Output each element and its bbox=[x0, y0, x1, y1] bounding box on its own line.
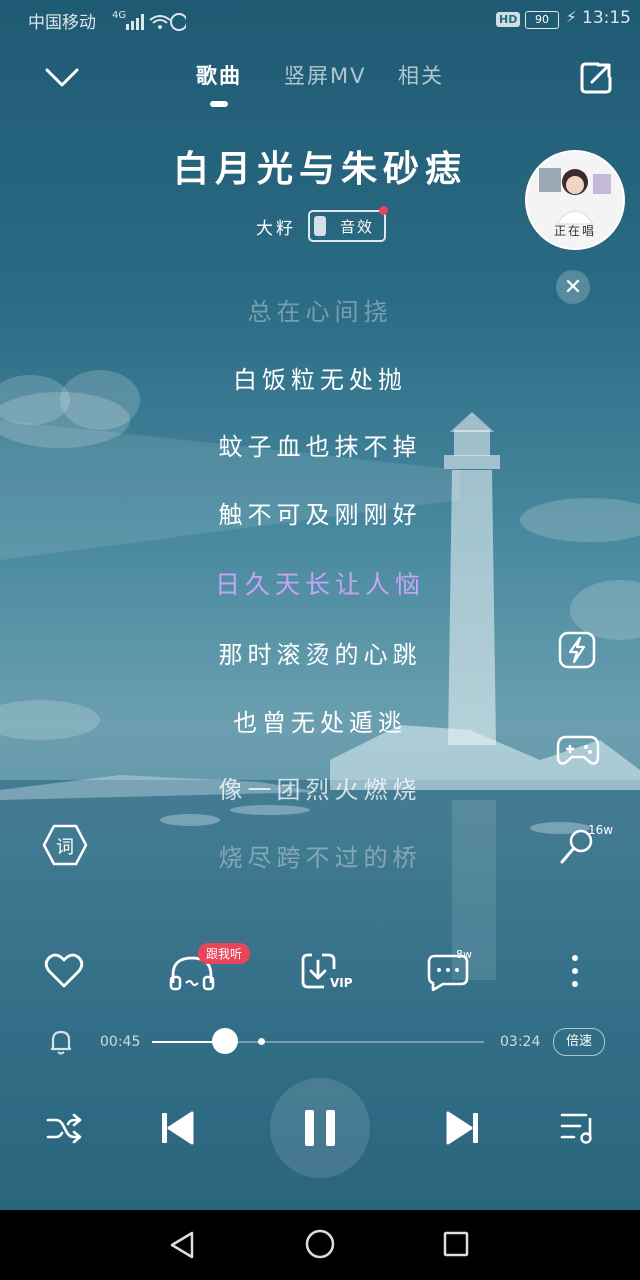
pause-icon bbox=[305, 1110, 335, 1146]
tab-song[interactable]: 歌曲 bbox=[196, 60, 242, 90]
speed-button[interactable]: 倍速 bbox=[553, 1028, 605, 1056]
lyric-line: 那时滚烫的心跳 bbox=[218, 641, 422, 669]
battery-icon: 90 bbox=[525, 11, 559, 29]
lyric-line: 总在心间挠 bbox=[247, 298, 393, 326]
effect-toggle-knob bbox=[314, 216, 326, 236]
tab-related[interactable]: 相关 bbox=[398, 60, 444, 90]
singing-label: 正在唱 bbox=[553, 224, 596, 238]
recents-nav-icon[interactable] bbox=[442, 1230, 470, 1258]
lyrics-button-label: 词 bbox=[56, 837, 74, 858]
play-pause-button[interactable] bbox=[270, 1078, 370, 1178]
active-tab-indicator bbox=[210, 101, 228, 107]
progress-track[interactable] bbox=[152, 1028, 484, 1054]
effect-red-dot bbox=[379, 206, 388, 215]
lyric-line-current: 日久天长让人恼 bbox=[214, 570, 425, 599]
network-label: 4G bbox=[112, 10, 127, 21]
comment-count: 8w bbox=[456, 948, 472, 961]
clock: 13:15 bbox=[582, 8, 631, 28]
back-nav-icon[interactable] bbox=[168, 1230, 198, 1260]
hd-badge: HD bbox=[496, 12, 521, 27]
lyric-line: 烧尽跨不过的桥 bbox=[218, 844, 422, 872]
next-track-icon[interactable] bbox=[446, 1110, 480, 1146]
share-icon[interactable] bbox=[578, 60, 614, 96]
artist-name[interactable]: 大籽 bbox=[256, 214, 296, 239]
total-time: 03:24 bbox=[500, 1034, 541, 1050]
charging-icon: ⚡ bbox=[566, 8, 577, 26]
previous-track-icon[interactable] bbox=[160, 1110, 194, 1146]
more-icon[interactable] bbox=[568, 953, 582, 989]
lyric-line: 白饭粒无处抛 bbox=[233, 366, 407, 394]
playlist-icon[interactable] bbox=[560, 1110, 598, 1146]
current-time: 00:45 bbox=[100, 1034, 141, 1050]
system-nav-bar bbox=[0, 1210, 640, 1280]
gamepad-icon[interactable] bbox=[556, 733, 600, 767]
lyric-line: 触不可及刚刚好 bbox=[218, 501, 422, 529]
singing-avatar[interactable]: 正在唱 bbox=[525, 150, 625, 250]
carrier-label: 中国移动 bbox=[28, 13, 96, 33]
heart-icon[interactable] bbox=[44, 953, 84, 989]
shuffle-icon[interactable] bbox=[46, 1112, 82, 1144]
lyric-line: 像一团烈火燃烧 bbox=[218, 776, 422, 804]
lyric-line: 蚊子血也抹不掉 bbox=[218, 433, 422, 461]
collapse-chevron-icon[interactable] bbox=[44, 66, 80, 90]
tab-vertical-mv[interactable]: 竖屏MV bbox=[284, 60, 366, 90]
listen-together-badge: 跟我听 bbox=[198, 943, 251, 964]
vip-label: VIP bbox=[330, 976, 353, 990]
lyric-line: 也曾无处遁逃 bbox=[233, 709, 407, 737]
effect-label: 音效 bbox=[340, 218, 375, 236]
mic-count: 16w bbox=[588, 823, 614, 837]
lightning-icon[interactable] bbox=[558, 631, 596, 669]
progress-marker bbox=[258, 1038, 265, 1045]
bell-icon[interactable] bbox=[48, 1028, 74, 1056]
home-nav-icon[interactable] bbox=[304, 1228, 336, 1260]
progress-thumb[interactable] bbox=[212, 1028, 239, 1054]
sound-effect-button[interactable]: 音效 bbox=[308, 210, 386, 242]
signal-wifi-icons bbox=[126, 13, 186, 31]
